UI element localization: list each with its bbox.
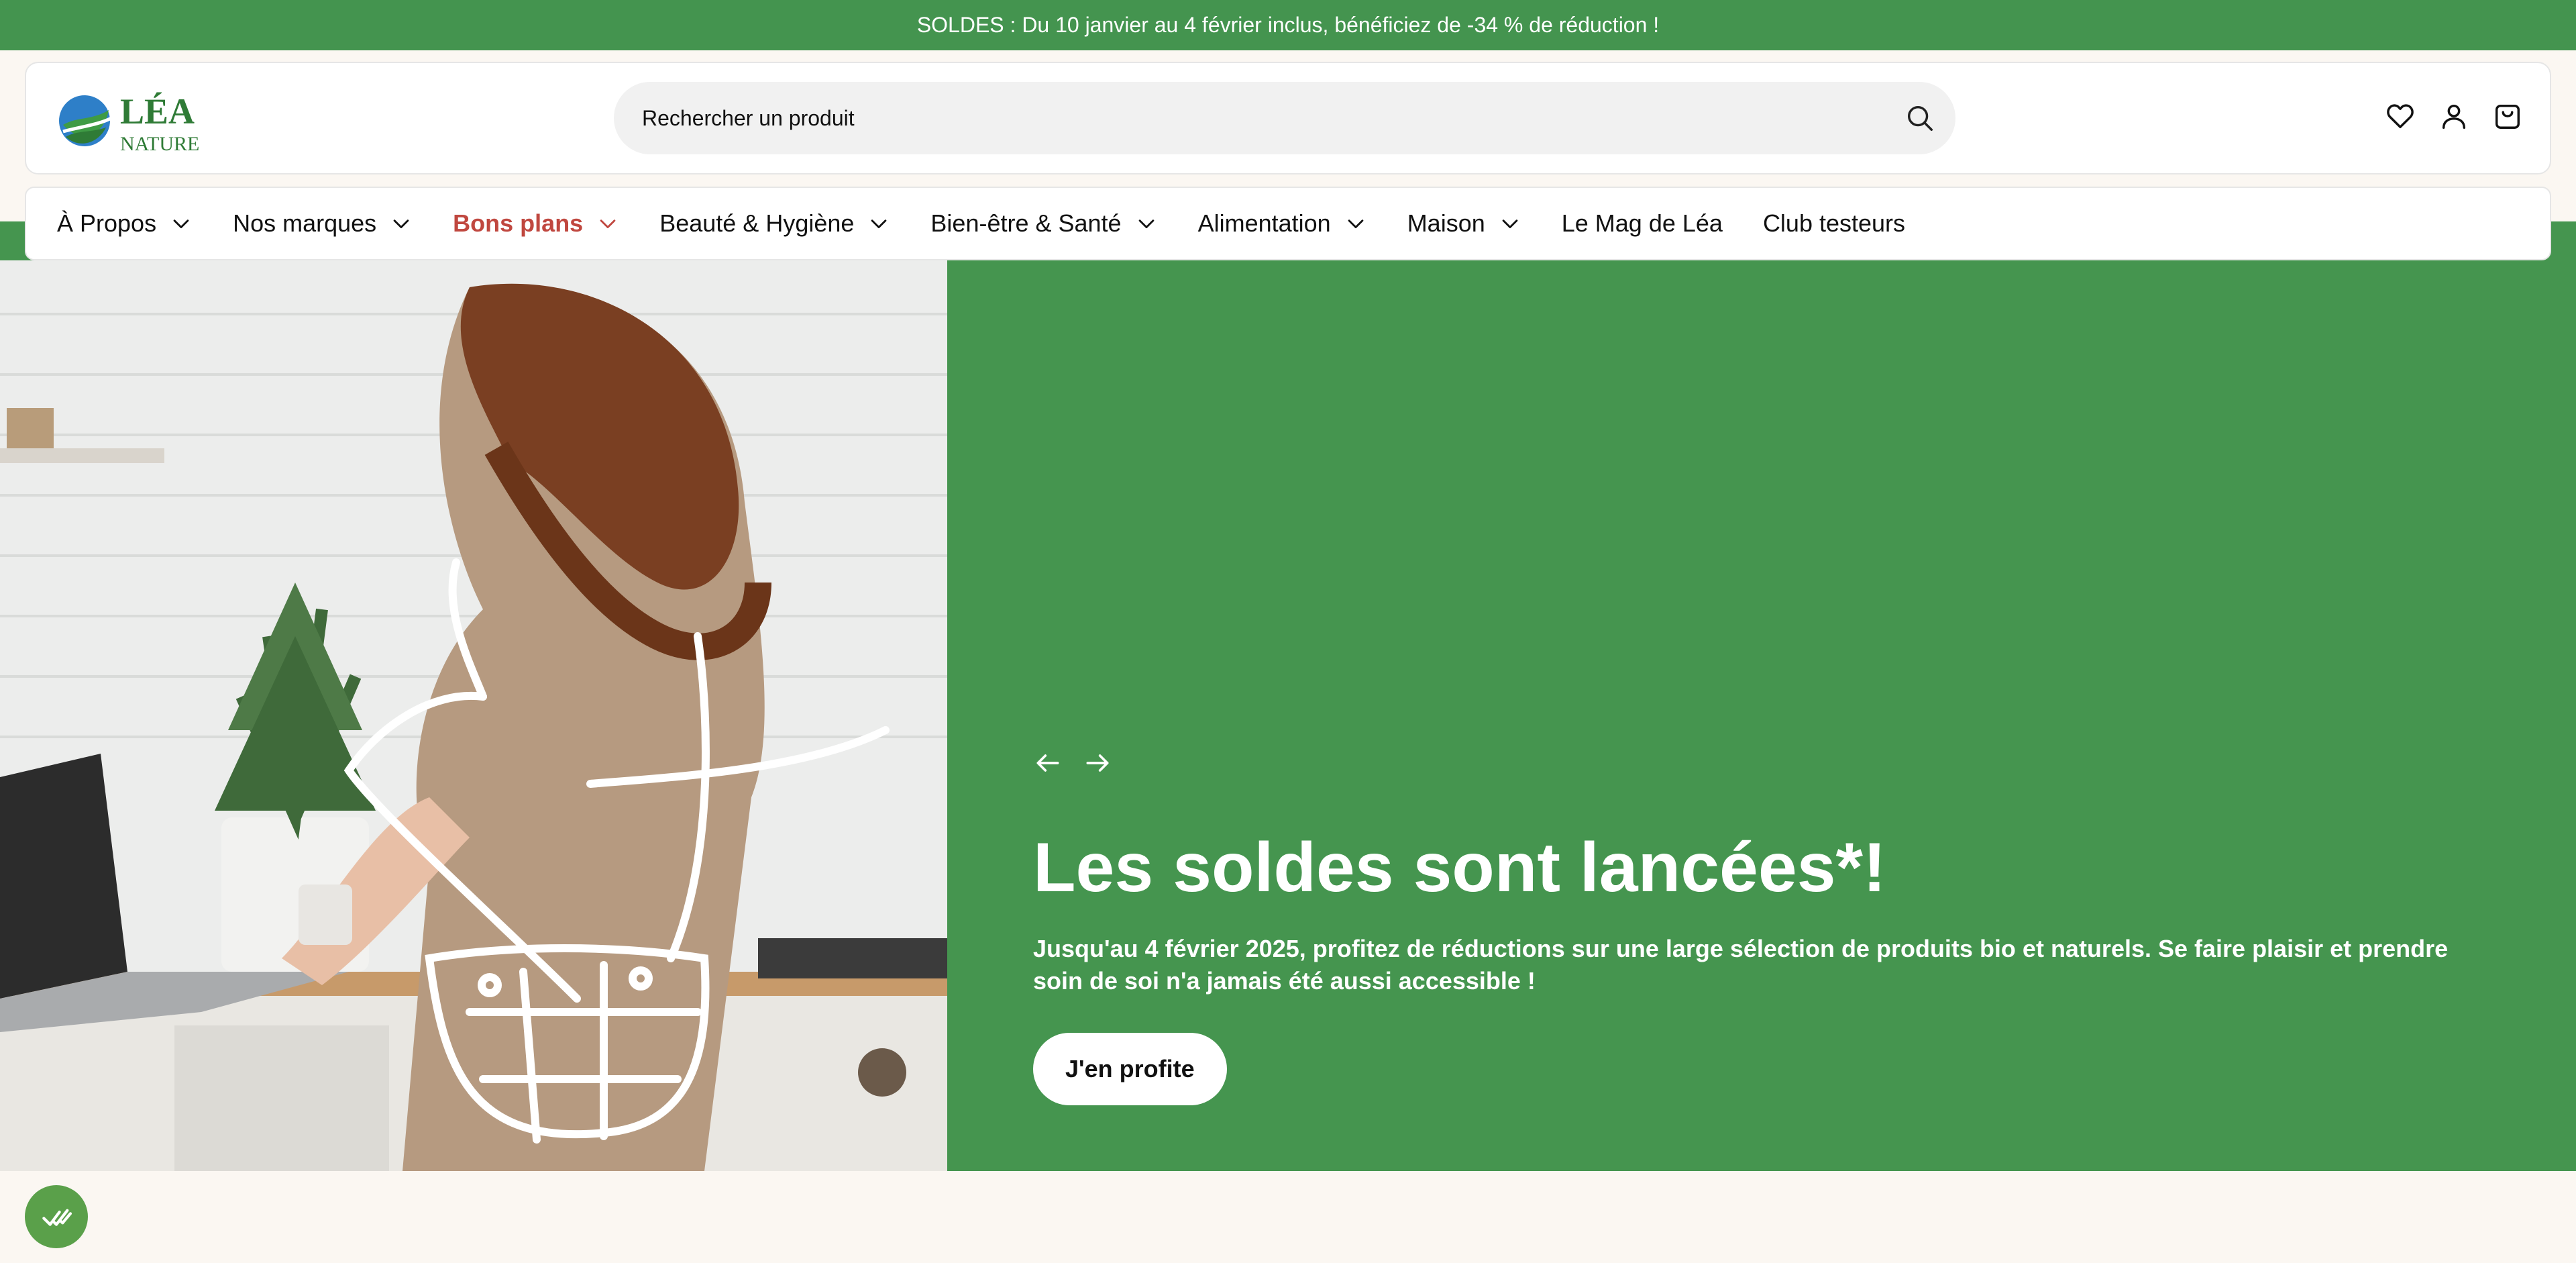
search-icon[interactable] [1904, 103, 1935, 134]
chevron-down-icon [600, 219, 616, 229]
hero-image [0, 260, 947, 1171]
nav-item-beaute-hygiene[interactable]: Beauté & Hygiène [659, 209, 890, 238]
nav-item-le-mag-de-lea[interactable]: Le Mag de Léa [1562, 209, 1723, 238]
nav-item-a-propos[interactable]: À Propos [57, 209, 193, 238]
nav-item-maison[interactable]: Maison [1407, 209, 1521, 238]
search-bar[interactable] [614, 82, 1955, 154]
nav-item-label: À Propos [57, 209, 157, 237]
nav-item-bien-etre-sante[interactable]: Bien-être & Santé [930, 209, 1157, 238]
nav-item-label: Alimentation [1197, 209, 1331, 237]
header-actions [2385, 101, 2523, 132]
site-header: LÉA NATURE [25, 62, 2551, 174]
arrow-right-icon[interactable] [1083, 748, 1112, 778]
chevron-down-icon [871, 219, 887, 229]
nav-item-label: Beauté & Hygiène [659, 209, 855, 237]
nav-item-label: Bien-être & Santé [930, 209, 1122, 237]
search-input[interactable] [642, 105, 1849, 131]
nav-item-bons-plans[interactable]: Bons plans [453, 209, 619, 238]
main-nav: À Propos Nos marques Bons plans Beauté &… [25, 187, 2551, 260]
user-icon[interactable] [2438, 101, 2469, 132]
promo-bar: SOLDES : Du 10 janvier au 4 février incl… [0, 0, 2576, 50]
nav-item-alimentation[interactable]: Alimentation [1198, 209, 1367, 238]
logo-text-bottom: NATURE [120, 133, 199, 155]
logo-globe-icon: LÉA NATURE [59, 91, 199, 155]
promo-text: SOLDES : Du 10 janvier au 4 février incl… [916, 13, 1660, 37]
chevron-down-icon [1348, 219, 1364, 229]
nav-item-label: Maison [1407, 209, 1485, 237]
chevron-down-icon [1502, 219, 1518, 229]
checkmark-icon [42, 1209, 72, 1226]
nav-item-label: Le Mag de Léa [1561, 209, 1723, 237]
hero-photo [0, 260, 947, 1171]
cta-button[interactable]: J'en profite [1033, 1032, 1227, 1105]
logo[interactable]: LÉA NATURE [56, 83, 231, 157]
logo-text-top: LÉA [120, 91, 195, 132]
hero-title: Les soldes sont lancées*! [1033, 829, 1886, 907]
hero-content: Les soldes sont lancées*! Jusqu'au 4 fév… [1033, 748, 2469, 1105]
heart-icon[interactable] [2385, 101, 2416, 132]
carousel-arrows [1033, 748, 2469, 778]
chevron-down-icon [393, 219, 409, 229]
arrow-left-icon[interactable] [1033, 748, 1063, 778]
nav-item-label: Bons plans [453, 209, 584, 237]
chevron-down-icon [173, 219, 189, 229]
nav-item-label: Nos marques [233, 209, 377, 237]
nav-item-label: Club testeurs [1762, 209, 1906, 237]
chevron-down-icon [1138, 219, 1154, 229]
hero-subtitle: Jusqu'au 4 février 2025, profitez de réd… [1033, 934, 2449, 995]
bag-icon[interactable] [2492, 101, 2523, 132]
nav-item-club-testeurs[interactable]: Club testeurs [1763, 209, 1905, 238]
nav-item-nos-marques[interactable]: Nos marques [233, 209, 413, 238]
cookie-consent-button[interactable] [25, 1185, 88, 1248]
